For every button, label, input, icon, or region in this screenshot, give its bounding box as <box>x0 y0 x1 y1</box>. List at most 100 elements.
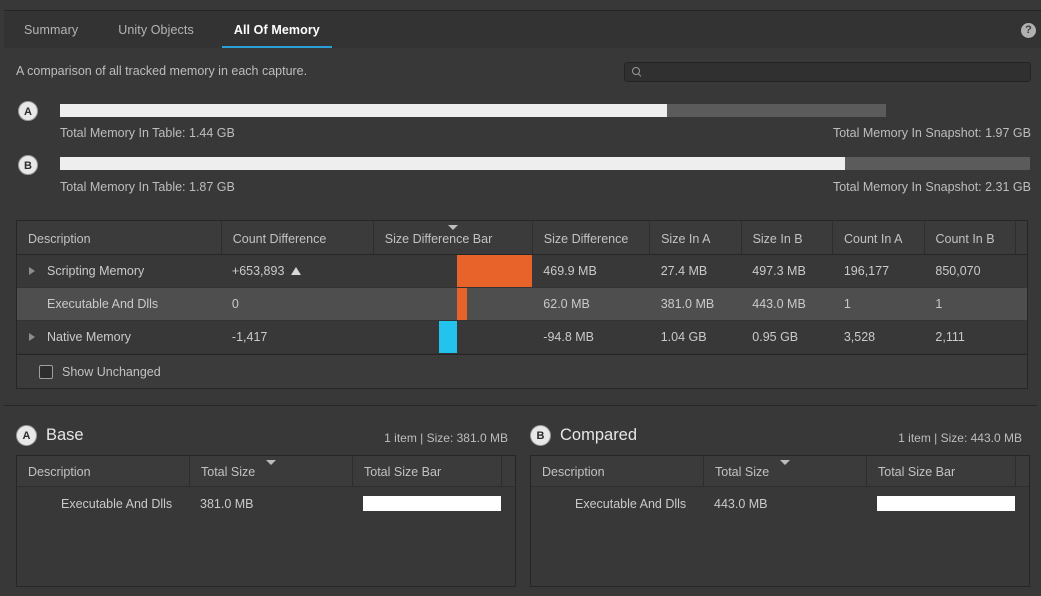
search-bar[interactable] <box>624 62 1031 82</box>
page-description: A comparison of all tracked memory in ea… <box>16 64 307 78</box>
tab-unity-objects-label: Unity Objects <box>118 23 194 37</box>
cell-description-label: Native Memory <box>47 330 131 344</box>
column-header-size-difference[interactable]: Size Difference <box>532 221 649 254</box>
column-header-description[interactable]: Description <box>17 221 221 254</box>
size-difference-bar-positive <box>457 255 532 287</box>
list-item[interactable]: Executable And Dlls 381.0 MB <box>17 487 515 520</box>
panel-base-meta: 1 item | Size: 381.0 MB <box>384 431 508 445</box>
panel-base-header: A Base 1 item | Size: 381.0 MB <box>16 420 516 450</box>
search-input[interactable] <box>643 65 1030 79</box>
cell-count-difference-value: +653,893 <box>232 264 284 278</box>
show-unchanged-label: Show Unchanged <box>62 365 161 379</box>
panel-compared-table-header: Description Total Size Total Size Bar <box>531 456 1029 487</box>
comparison-table: Description Count Difference Size Differ… <box>16 220 1028 389</box>
cell-spacer <box>1016 288 1027 320</box>
search-icon <box>631 66 643 78</box>
column-header-size-difference-label: Size Difference <box>544 232 629 246</box>
sub-column-header-total-size-bar-label: Total Size Bar <box>878 465 955 479</box>
snapshot-a-badge: A <box>18 101 38 121</box>
cell-size-in-a-value: 381.0 MB <box>661 297 715 311</box>
column-header-count-in-b[interactable]: Count In B <box>924 221 1015 254</box>
cell-spacer <box>1016 321 1027 353</box>
cell-count-in-a-value: 3,528 <box>844 330 875 344</box>
column-header-size-in-b[interactable]: Size In B <box>741 221 832 254</box>
column-header-description-label: Description <box>28 232 91 246</box>
panel-base-title: Base <box>46 426 84 445</box>
sort-descending-icon <box>266 460 276 465</box>
sub-column-header-total-size-label: Total Size <box>715 465 769 479</box>
panel-base: A Base 1 item | Size: 381.0 MB Descripti… <box>16 420 516 592</box>
sub-cell-spacer <box>501 487 515 520</box>
cell-description-label: Executable And Dlls <box>47 297 158 311</box>
cell-count-difference-value: 0 <box>232 297 239 311</box>
expand-arrow-icon[interactable] <box>17 255 47 287</box>
tab-all-of-memory[interactable]: All Of Memory <box>214 11 340 48</box>
column-header-count-difference[interactable]: Count Difference <box>221 221 373 254</box>
show-unchanged-checkbox[interactable] <box>39 365 53 379</box>
sub-cell-total-size: 443.0 MB <box>703 487 866 520</box>
tab-summary[interactable]: Summary <box>4 11 98 48</box>
cell-count-in-b-value: 850,070 <box>935 264 980 278</box>
panel-base-table: Description Total Size Total Size Bar Ex… <box>16 455 516 587</box>
snapshot-a-bar-fill <box>60 104 667 117</box>
cell-count-difference-value: -1,417 <box>232 330 267 344</box>
cell-count-difference: +653,893 <box>221 255 373 287</box>
sub-cell-total-size-bar <box>866 487 1015 520</box>
column-header-size-in-a-label: Size In A <box>661 232 710 246</box>
cell-count-in-b: 850,070 <box>924 255 1016 287</box>
cell-count-in-b-value: 2,111 <box>935 330 964 344</box>
column-header-spacer <box>1015 221 1027 254</box>
cell-size-in-a-value: 1.04 GB <box>661 330 707 344</box>
cell-size-in-a: 1.04 GB <box>650 321 742 353</box>
sort-descending-icon <box>780 460 790 465</box>
column-header-size-difference-bar[interactable]: Size Difference Bar <box>373 221 532 254</box>
table-row[interactable]: Native Memory -1,417 -94.8 MB 1.04 GB 0.… <box>17 321 1027 354</box>
sub-cell-description-label: Executable And Dlls <box>61 497 172 511</box>
table-row[interactable]: Scripting Memory +653,893 469.9 MB 27.4 … <box>17 255 1027 288</box>
table-row[interactable]: Executable And Dlls 0 62.0 MB 381.0 MB 4… <box>17 288 1027 321</box>
sub-column-header-total-size-bar[interactable]: Total Size Bar <box>352 456 501 486</box>
sub-column-header-total-size-bar[interactable]: Total Size Bar <box>866 456 1015 486</box>
cell-size-difference-value: -94.8 MB <box>543 330 594 344</box>
panel-compared-title: Compared <box>560 426 637 445</box>
cell-count-in-b-value: 1 <box>935 297 942 311</box>
panel-compared: B Compared 1 item | Size: 443.0 MB Descr… <box>530 420 1030 592</box>
snapshot-b-bar-fill <box>60 157 845 170</box>
help-icon[interactable]: ? <box>1021 23 1036 38</box>
panel-base-badge: A <box>16 425 37 446</box>
snapshot-a-snapshot-total: Total Memory In Snapshot: 1.97 GB <box>833 126 1031 140</box>
sub-column-header-description[interactable]: Description <box>17 456 189 486</box>
column-header-count-difference-label: Count Difference <box>233 232 327 246</box>
cell-size-difference: -94.8 MB <box>532 321 649 353</box>
sub-cell-description: Executable And Dlls <box>17 487 189 520</box>
cell-size-in-b-value: 443.0 MB <box>752 297 806 311</box>
cell-count-in-a-value: 196,177 <box>844 264 889 278</box>
cell-size-in-b: 0.95 GB <box>741 321 833 353</box>
sub-cell-total-size-bar <box>352 487 501 520</box>
cell-size-difference-bar <box>373 255 532 287</box>
cell-size-difference-bar <box>373 321 532 353</box>
column-header-count-in-a[interactable]: Count In A <box>832 221 923 254</box>
sub-column-header-total-size[interactable]: Total Size <box>703 456 866 486</box>
cell-count-difference: 0 <box>221 288 373 320</box>
list-item[interactable]: Executable And Dlls 443.0 MB <box>531 487 1029 520</box>
tab-unity-objects[interactable]: Unity Objects <box>98 11 214 48</box>
tab-all-of-memory-label: All Of Memory <box>234 23 320 37</box>
sub-column-header-total-size[interactable]: Total Size <box>189 456 352 486</box>
cell-spacer <box>1016 255 1027 287</box>
sub-column-header-total-size-label: Total Size <box>201 465 255 479</box>
snapshot-b-table-total: Total Memory In Table: 1.87 GB <box>60 180 235 194</box>
snapshot-a-bar-track <box>60 104 886 117</box>
sub-cell-description: Executable And Dlls <box>531 487 703 520</box>
cell-count-in-a: 196,177 <box>833 255 925 287</box>
sub-column-header-description[interactable]: Description <box>531 456 703 486</box>
snapshot-a-table-total: Total Memory In Table: 1.44 GB <box>60 126 235 140</box>
sub-column-header-description-label: Description <box>542 465 605 479</box>
tab-strip: Summary Unity Objects All Of Memory ? <box>4 10 1041 48</box>
memory-profiler-window: Summary Unity Objects All Of Memory ? A … <box>0 0 1041 596</box>
column-header-size-in-a[interactable]: Size In A <box>649 221 740 254</box>
expand-arrow-icon[interactable] <box>17 321 47 353</box>
cell-description: Native Memory <box>17 321 221 353</box>
comparison-table-header: Description Count Difference Size Differ… <box>17 221 1027 255</box>
show-unchanged-row[interactable]: Show Unchanged <box>17 354 1027 388</box>
